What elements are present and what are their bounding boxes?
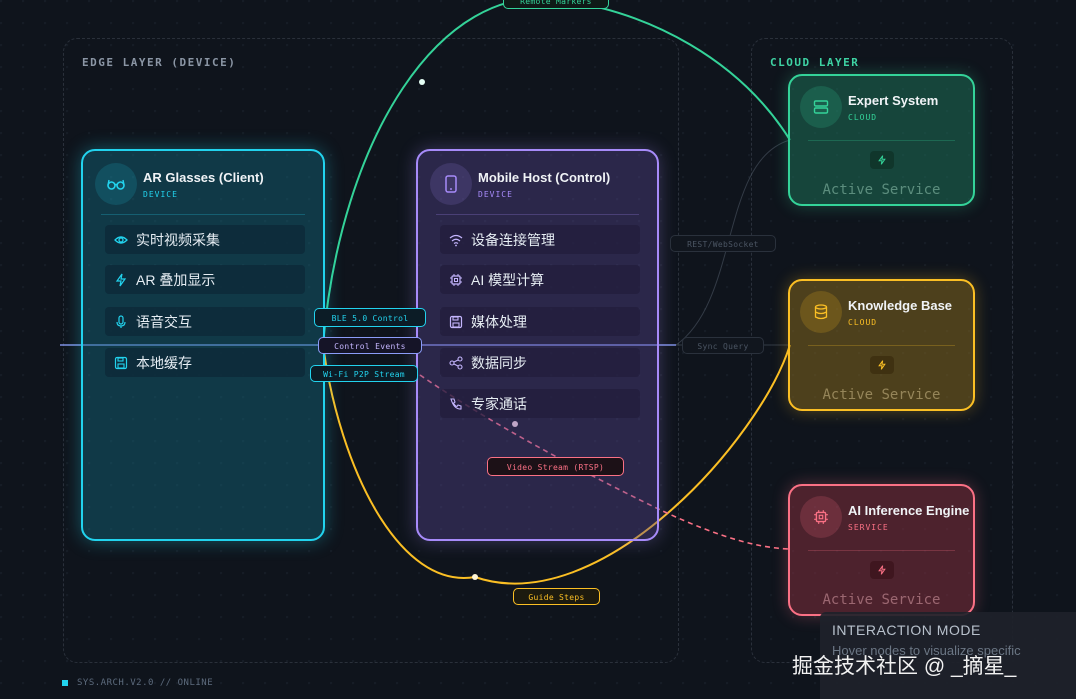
edge-label-video-stream[interactable]: Video Stream (RTSP) bbox=[487, 457, 624, 476]
watermark-text: 掘金技术社区 @ _摘星_ bbox=[792, 655, 1017, 678]
node-ai-inference-engine[interactable]: AI Inference Engine SERVICE Active Servi… bbox=[788, 484, 975, 616]
node-title: Expert System bbox=[848, 92, 939, 108]
cloud-layer-title: CLOUD LAYER bbox=[770, 56, 860, 69]
feature-label: 专家通话 bbox=[471, 395, 527, 412]
node-knowledge-base[interactable]: Knowledge Base CLOUD Active Service bbox=[788, 279, 975, 411]
node-subtitle: CLOUD bbox=[848, 317, 878, 327]
feature-voice-interaction[interactable]: 语音交互 bbox=[105, 307, 305, 336]
edge-label-remote-markers[interactable]: Remote Markers bbox=[503, 0, 609, 9]
bolt-icon bbox=[114, 273, 128, 287]
feature-label: AR 叠加显示 bbox=[136, 271, 216, 288]
edge-label-wifi-p2p[interactable]: Wi-Fi P2P Stream bbox=[310, 365, 418, 382]
node-expert-system[interactable]: Expert System CLOUD Active Service bbox=[788, 74, 975, 206]
edge-layer-title: EDGE LAYER (DEVICE) bbox=[82, 56, 237, 69]
status-text: Active Service bbox=[822, 182, 941, 198]
save-icon bbox=[114, 356, 128, 370]
edge-label-rest-websocket[interactable]: REST/WebSocket bbox=[670, 235, 776, 252]
feature-device-connection[interactable]: 设备连接管理 bbox=[440, 225, 640, 254]
feature-label: 设备连接管理 bbox=[471, 231, 555, 248]
feature-ar-overlay[interactable]: AR 叠加显示 bbox=[105, 265, 305, 294]
node-ar-glasses[interactable]: AR Glasses (Client) DEVICE 实时视频采集 AR 叠加显… bbox=[81, 149, 325, 541]
bolt-icon bbox=[869, 151, 894, 169]
feature-label: 实时视频采集 bbox=[136, 231, 220, 248]
eye-icon bbox=[114, 233, 128, 247]
chip-icon bbox=[449, 273, 463, 287]
wifi-icon bbox=[449, 233, 463, 247]
node-subtitle: DEVICE bbox=[478, 189, 513, 199]
architecture-canvas: EDGE LAYER (DEVICE) CLOUD LAYER AR Glass… bbox=[0, 0, 1076, 699]
node-mobile-host[interactable]: Mobile Host (Control) DEVICE 设备连接管理 AI 模… bbox=[416, 149, 659, 541]
feature-media-processing[interactable]: 媒体处理 bbox=[440, 307, 640, 336]
status-text: Active Service bbox=[822, 387, 941, 403]
node-title: AR Glasses (Client) bbox=[143, 169, 264, 185]
node-title: Mobile Host (Control) bbox=[478, 169, 611, 185]
node-divider bbox=[436, 214, 639, 215]
cpu-icon bbox=[800, 496, 842, 538]
interaction-mode-title: INTERACTION MODE bbox=[832, 622, 981, 638]
feature-data-sync[interactable]: 数据同步 bbox=[440, 348, 640, 377]
node-subtitle: DEVICE bbox=[143, 189, 178, 199]
feature-expert-call[interactable]: 专家通话 bbox=[440, 389, 640, 418]
node-divider bbox=[101, 214, 305, 215]
node-subtitle: SERVICE bbox=[848, 522, 889, 532]
mic-icon bbox=[114, 314, 128, 329]
edge-label-sync-query[interactable]: Sync Query bbox=[682, 337, 764, 354]
edge-label-guide-steps[interactable]: Guide Steps bbox=[513, 588, 600, 605]
feature-label: 媒体处理 bbox=[471, 313, 527, 330]
glasses-icon bbox=[95, 163, 137, 205]
node-subtitle: CLOUD bbox=[848, 112, 878, 122]
status-indicator bbox=[62, 680, 68, 686]
database-icon bbox=[800, 291, 842, 333]
server-icon bbox=[800, 86, 842, 128]
edge-label-control-events[interactable]: Control Events bbox=[318, 337, 422, 354]
feature-label: 语音交互 bbox=[136, 313, 192, 330]
phone-icon bbox=[430, 163, 472, 205]
feature-video-capture[interactable]: 实时视频采集 bbox=[105, 225, 305, 254]
feature-ai-compute[interactable]: AI 模型计算 bbox=[440, 265, 640, 294]
feature-label: 数据同步 bbox=[471, 354, 527, 371]
share-icon bbox=[449, 355, 463, 370]
node-title: Knowledge Base bbox=[848, 297, 953, 313]
node-divider bbox=[808, 140, 955, 141]
footer-text: SYS.ARCH.V2.0 // ONLINE bbox=[77, 678, 214, 688]
status-text: Active Service bbox=[822, 592, 941, 608]
phone-call-icon bbox=[449, 397, 463, 411]
bolt-icon bbox=[869, 356, 894, 374]
feature-local-cache[interactable]: 本地缓存 bbox=[105, 348, 305, 377]
bolt-icon bbox=[869, 561, 894, 579]
node-title: AI Inference Engine bbox=[848, 502, 970, 518]
feature-label: 本地缓存 bbox=[136, 354, 192, 371]
edge-label-ble-control[interactable]: BLE 5.0 Control bbox=[314, 308, 426, 327]
feature-label: AI 模型计算 bbox=[471, 271, 545, 288]
save-icon bbox=[449, 315, 463, 329]
node-divider bbox=[808, 550, 955, 551]
node-divider bbox=[808, 345, 955, 346]
system-status-footer: SYS.ARCH.V2.0 // ONLINE bbox=[62, 678, 213, 688]
